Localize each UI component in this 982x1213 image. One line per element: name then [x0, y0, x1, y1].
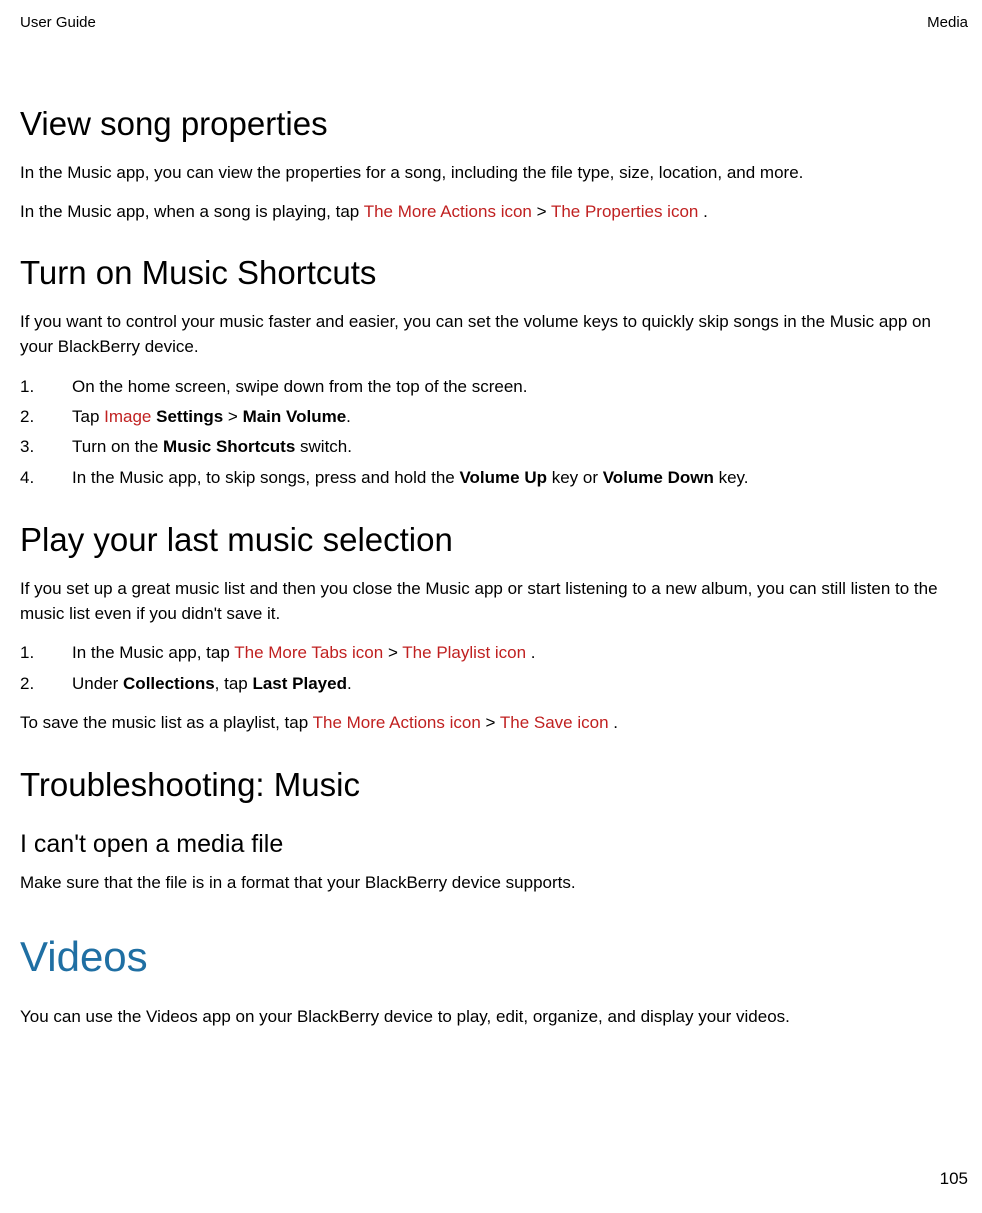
page-content: View song properties In the Music app, y… [20, 105, 968, 1030]
step-item: On the home screen, swipe down from the … [20, 374, 956, 400]
step-item: Tap Image Settings > Main Volume. [20, 404, 956, 430]
header-left: User Guide [20, 14, 96, 31]
separator: > [223, 407, 242, 426]
text: . [347, 674, 352, 693]
chapter-heading-videos: Videos [20, 933, 956, 981]
separator: > [537, 202, 551, 221]
text: To save the music list as a playlist, ta… [20, 713, 313, 732]
separator: > [388, 643, 402, 662]
heading-troubleshooting: Troubleshooting: Music [20, 766, 956, 804]
save-icon: The Save icon [500, 713, 613, 732]
heading-last-selection: Play your last music selection [20, 521, 956, 559]
more-tabs-icon: The More Tabs icon [234, 643, 388, 662]
step-item: In the Music app, to skip songs, press a… [20, 465, 956, 491]
ui-label: Settings [156, 407, 223, 426]
paragraph: In the Music app, you can view the prope… [20, 161, 956, 186]
text: key. [714, 468, 749, 487]
properties-icon: The Properties icon [551, 202, 703, 221]
text: . [346, 407, 351, 426]
text: . [531, 643, 536, 662]
page-number: 105 [940, 1169, 968, 1189]
heading-view-song-properties: View song properties [20, 105, 956, 143]
text: Tap [72, 407, 104, 426]
step-item: In the Music app, tap The More Tabs icon… [20, 640, 956, 666]
more-actions-icon: The More Actions icon [313, 713, 486, 732]
heading-music-shortcuts: Turn on Music Shortcuts [20, 254, 956, 292]
paragraph: If you want to control your music faster… [20, 310, 956, 359]
header-right: Media [927, 14, 968, 31]
step-item: Under Collections, tap Last Played. [20, 671, 956, 697]
text: . [703, 202, 708, 221]
paragraph: If you set up a great music list and the… [20, 577, 956, 626]
text: . [613, 713, 618, 732]
steps-list: On the home screen, swipe down from the … [20, 374, 956, 491]
ui-label: Main Volume [243, 407, 347, 426]
ui-label: Collections [123, 674, 215, 693]
text: In the Music app, tap [72, 643, 234, 662]
text: In the Music app, to skip songs, press a… [72, 468, 459, 487]
text: switch. [295, 437, 352, 456]
step-item: Turn on the Music Shortcuts switch. [20, 434, 956, 460]
ui-label: Music Shortcuts [163, 437, 295, 456]
paragraph: To save the music list as a playlist, ta… [20, 711, 956, 736]
page-header: User Guide Media [20, 14, 968, 31]
playlist-icon: The Playlist icon [402, 643, 531, 662]
text: Turn on the [72, 437, 163, 456]
text: In the Music app, when a song is playing… [20, 202, 364, 221]
paragraph: In the Music app, when a song is playing… [20, 200, 956, 225]
text: , tap [215, 674, 253, 693]
text: Under [72, 674, 123, 693]
ui-label: Volume Up [459, 468, 547, 487]
separator: > [486, 713, 500, 732]
subheading-cant-open: I can't open a media file [20, 830, 956, 859]
ui-label: Last Played [252, 674, 347, 693]
image-icon: Image [104, 407, 156, 426]
paragraph: You can use the Videos app on your Black… [20, 1005, 956, 1030]
text: key or [547, 468, 603, 487]
more-actions-icon: The More Actions icon [364, 202, 537, 221]
steps-list: In the Music app, tap The More Tabs icon… [20, 640, 956, 697]
ui-label: Volume Down [603, 468, 714, 487]
paragraph: Make sure that the file is in a format t… [20, 871, 956, 896]
